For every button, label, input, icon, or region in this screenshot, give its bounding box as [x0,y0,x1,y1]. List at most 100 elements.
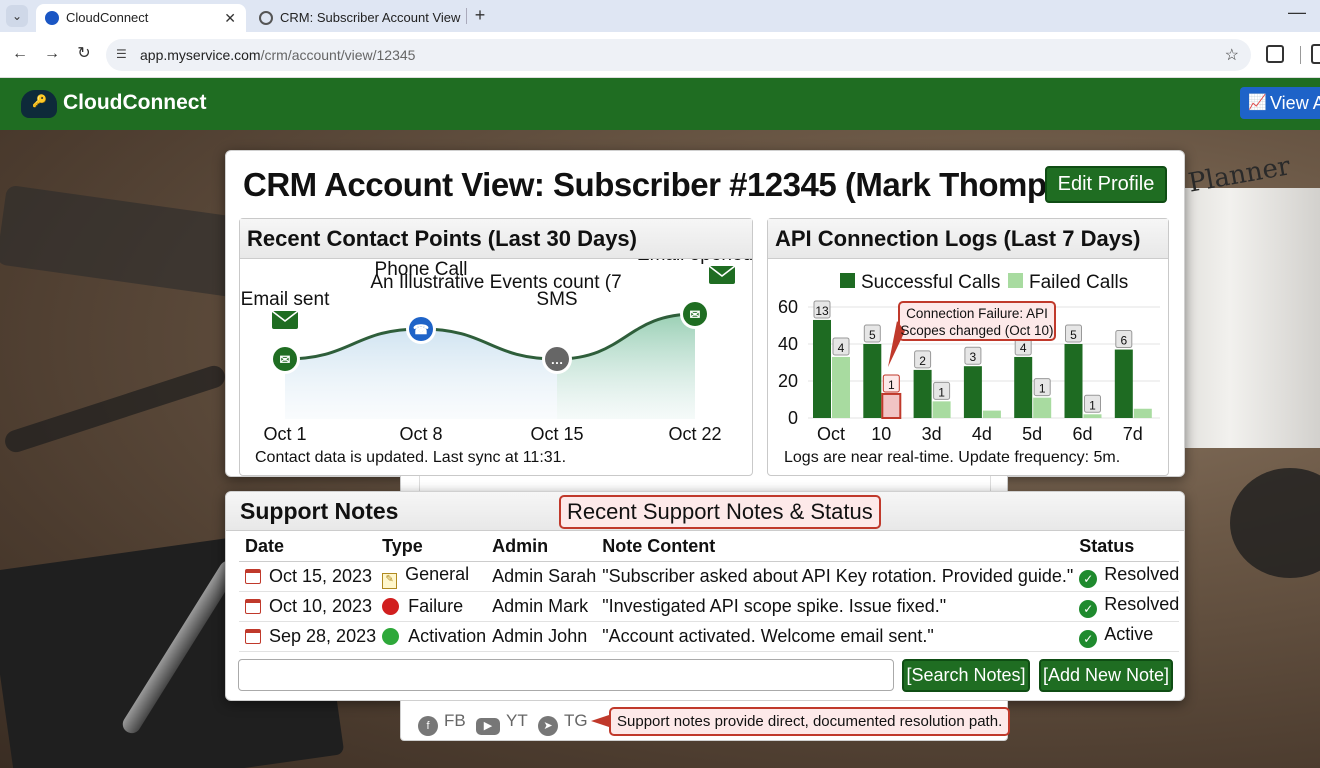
reload-icon[interactable]: ↻ [74,44,94,64]
brand-name[interactable]: CloudConnect [63,91,206,115]
y-tick-label: 20 [778,371,798,391]
api-logs-chart: 0204060Successful Calls Failed Calls134Oc… [778,272,1160,444]
x-tick-label: Oct 8 [399,424,442,444]
data-label: 5 [1070,328,1077,342]
type-cell: ✎ General [376,561,487,592]
table-row[interactable]: Sep 28, 2023 Activation Admin John "Acco… [239,621,1180,652]
side-panel-icon[interactable] [1311,44,1320,64]
status-cell: ✓ Resolved [1073,591,1180,622]
check-circle-icon: ✓ [1079,570,1098,588]
red-circle-icon [382,597,400,615]
y-tick-label: 60 [778,297,798,317]
search-notes-button[interactable]: [Search Notes] [902,659,1030,692]
browser-tab-strip: ⌄ CloudConnect ✕ CRM: Subscriber Account… [0,0,1320,32]
x-tick-label: Oct 1 [263,424,306,444]
x-tick-label: Oct 15 [530,424,583,444]
extensions-icon[interactable] [1266,45,1284,63]
url-text: app.myservice.com/crm/account/view/12345 [140,47,416,63]
date-cell: Oct 15, 2023 [239,561,377,592]
social-link-yt[interactable]: ▶ YT [476,711,528,735]
x-tick-label: Oct [817,424,845,444]
youtube-icon: ▶ [476,718,500,735]
bookmark-star-icon[interactable]: ☆ [1225,45,1239,65]
note-content-cell: "Account activated. Welcome email sent." [596,621,1074,652]
tab-crm-view[interactable]: CRM: Subscriber Account View [250,4,465,32]
bar-successful [813,319,831,418]
minimize-button[interactable]: — [1288,2,1306,23]
data-label: 6 [1120,334,1127,348]
add-new-note-button[interactable]: [Add New Note] [1039,659,1173,692]
data-label: 1 [938,385,945,399]
admin-cell: Admin Sarah [486,561,597,592]
support-notes-title: Support Notes [240,498,399,524]
date-cell: Sep 28, 2023 [239,621,377,652]
col-note-content[interactable]: Note Content [596,533,1074,562]
x-tick-label: 6d [1072,424,1092,444]
note-content-cell: "Subscriber asked about API Key rotation… [596,561,1074,592]
address-bar[interactable]: ☰ app.myservice.com/crm/account/view/123… [106,39,1251,71]
data-label: 1 [1089,398,1096,412]
point-label: SMS [536,289,577,310]
tab-divider [466,8,467,24]
annotation-text: Scopes changed (Oct 10) [900,323,1053,338]
edit-profile-button[interactable]: Edit Profile [1045,166,1167,203]
bar-failed [1083,414,1102,418]
site-settings-icon[interactable]: ☰ [116,47,127,61]
globe-icon [259,11,273,25]
mail-icon: ✉ [690,307,701,322]
table-row[interactable]: Oct 10, 2023 Failure Admin Mark "Investi… [239,591,1180,622]
social-link-fb[interactable]: f FB [418,711,466,736]
point-label: Email sent [241,289,330,310]
col-type[interactable]: Type [376,533,487,562]
telegram-icon: ➤ [538,716,558,736]
bar-successful [913,369,932,418]
bar-successful [1114,349,1133,418]
forward-arrow-icon[interactable]: → [42,44,62,64]
y-tick-label: 40 [778,334,798,354]
tab-title: CRM: Subscriber Account View [280,10,461,25]
cloud-key-logo-icon [21,90,57,118]
new-tab-button[interactable]: + [470,4,490,28]
calendar-icon [245,568,261,584]
calendar-icon [245,598,261,614]
x-tick-label: 7d [1123,424,1143,444]
contact-points-chart: An Illustrative Events count (7✉Email se… [241,259,752,444]
bar-failed [982,410,1001,418]
tab-title: CloudConnect [66,10,149,25]
tab-search-button[interactable]: ⌄ [6,5,28,27]
data-label: 4 [838,341,845,355]
tab-cloudconnect[interactable]: CloudConnect ✕ [36,4,246,32]
bar-failed [932,401,951,418]
x-tick-label: 3d [922,424,942,444]
admin-cell: Admin Mark [486,591,597,622]
point-label: Phone Call [375,259,468,280]
close-tab-icon[interactable]: ✕ [224,4,236,32]
date-cell: Oct 10, 2023 [239,591,377,622]
note-content-cell: "Investigated API scope spike. Issue fix… [596,591,1074,622]
view-analytics-button[interactable]: 📈 View A [1240,87,1320,119]
type-cell: Failure [376,591,487,622]
col-status[interactable]: Status [1073,533,1180,562]
legend-label: Successful Calls [861,272,1000,293]
type-cell: Activation [376,621,487,652]
status-cell: ✓ Active [1073,621,1180,652]
annotation-text: Connection Failure: API [906,306,1048,321]
bar-failed-highlight [881,392,902,419]
table-row[interactable]: Oct 15, 2023 ✎ General Admin Sarah "Subsc… [239,561,1180,592]
social-link-tg[interactable]: ➤ TG [538,711,588,736]
table-header-row: Date Type Admin Note Content Status [239,533,1180,562]
notes-search-input[interactable] [238,659,894,691]
facebook-icon: f [418,716,438,736]
bar-successful [1014,356,1033,418]
col-date[interactable]: Date [239,533,377,562]
support-notes-table: Date Type Admin Note Content Status Oct … [239,533,1180,652]
check-circle-icon: ✓ [1079,630,1098,648]
card-header: API Connection Logs (Last 7 Days) [768,219,1168,259]
phone-icon: ☎ [413,322,429,337]
back-arrow-icon[interactable]: ← [10,44,30,64]
bar-successful [1064,344,1083,418]
legend-label: Failed Calls [1029,272,1128,293]
bar-successful [963,366,982,418]
col-admin[interactable]: Admin [486,533,597,562]
data-label: 4 [1020,341,1027,355]
